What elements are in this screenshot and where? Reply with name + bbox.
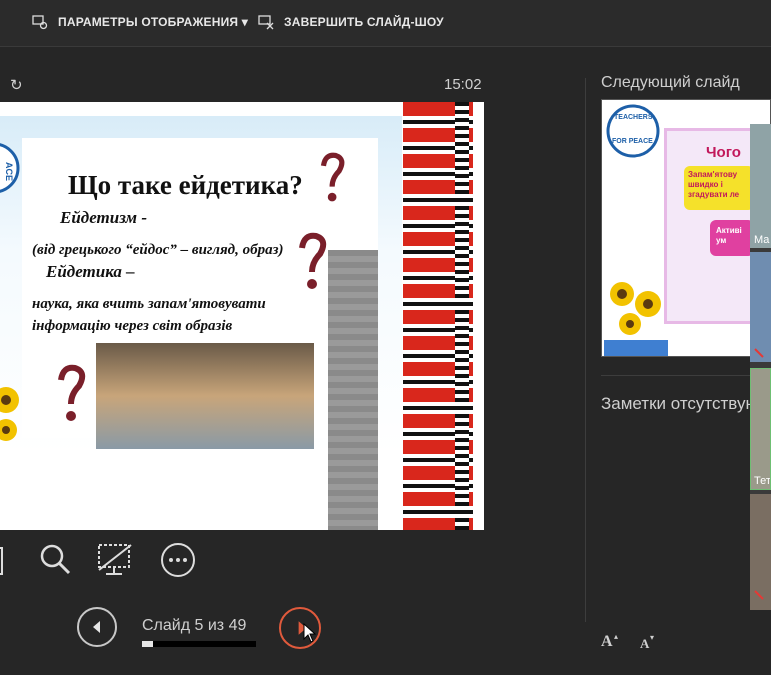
decrease-font-button[interactable]: A	[640, 636, 649, 652]
increase-font-arrow-icon: ▴	[614, 632, 619, 641]
slide-tools	[0, 542, 210, 582]
notes-separator	[601, 375, 771, 376]
current-slide[interactable]: ACE Що таке ейдетика? Ейдетизм - (від гр…	[0, 102, 484, 530]
end-slideshow-icon	[258, 15, 274, 30]
slide-progress-fill	[142, 641, 154, 647]
slide-line-1: Ейдетизм -	[60, 208, 147, 227]
end-slideshow-label: ЗАВЕРШИТЬ СЛАЙД-ШОУ	[284, 15, 444, 29]
mic-muted-icon	[754, 590, 764, 600]
decrease-font-arrow-icon: ▾	[650, 633, 655, 642]
end-slideshow-button[interactable]: ЗАВЕРШИТЬ СЛАЙД-ШОУ	[258, 14, 444, 30]
next-thumb-heading: Чого	[706, 144, 741, 161]
participant-name: Ма	[754, 234, 770, 246]
slide-counter[interactable]: Слайд 5 из 49	[142, 617, 246, 635]
participant-tile[interactable]	[750, 494, 771, 610]
previous-arrow-icon	[93, 621, 100, 633]
slide-line-4: наука, яка вчить запам'ятовувати	[32, 296, 266, 312]
panel-divider	[585, 78, 586, 622]
question-mark-icon	[320, 152, 345, 202]
zoom-icon[interactable]	[38, 542, 72, 576]
next-slide-button[interactable]	[279, 607, 321, 649]
slide-line-2: (від грецького “ейдос” – вигляд, образ)	[32, 242, 284, 258]
question-mark-icon	[58, 364, 86, 421]
previous-slide-button[interactable]	[77, 607, 117, 647]
next-thumb-yellow-text: Запам'ятову швидко і згадувати ле	[688, 170, 740, 199]
participant-tile[interactable]: Тет	[750, 368, 771, 490]
slide-title: Що таке ейдетика?	[68, 170, 303, 200]
next-thumb-logo-top: TEACHERS	[614, 114, 653, 121]
display-settings-icon	[32, 15, 48, 30]
next-slide-preview[interactable]: TEACHERS FOR PEACE Чого Запам'ятову швид…	[601, 99, 771, 357]
mouse-cursor-icon	[303, 623, 317, 643]
next-thumb-logo-bottom: FOR PEACE	[612, 138, 653, 145]
sunflower-icon	[0, 387, 19, 441]
elapsed-timer: 15:02	[444, 76, 482, 93]
mic-muted-icon	[754, 348, 764, 358]
next-slide-label: Следующий слайд	[601, 74, 740, 91]
notes-label: Заметки отсутствуют	[601, 394, 766, 413]
refresh-timer-icon[interactable]: ↻	[10, 76, 23, 94]
slide-line-3: Ейдетика –	[46, 262, 135, 281]
participant-tile[interactable]: Ма	[750, 124, 771, 248]
slide-decor-strip	[328, 250, 378, 530]
presenter-top-bar: ПАРАМЕТРЫ ОТОБРАЖЕНИЯ ▾ ЗАВЕРШИТЬ СЛАЙД-…	[0, 0, 771, 47]
black-screen-icon[interactable]	[96, 542, 134, 578]
sunflower-bouquet-icon	[604, 282, 668, 356]
children-reading-photo	[96, 343, 314, 449]
display-settings-button[interactable]: ПАРАМЕТРЫ ОТОБРАЖЕНИЯ ▾	[32, 14, 248, 30]
slide-line-5: інформацію через світ образів	[32, 318, 233, 334]
teachers-for-peace-logo-icon	[606, 104, 660, 158]
participant-video-strip: Ма Тет	[750, 124, 771, 610]
display-settings-label: ПАРАМЕТРЫ ОТОБРАЖЕНИЯ ▾	[58, 15, 248, 29]
more-options-icon[interactable]	[160, 542, 196, 578]
slide-logo-text: ACE	[4, 162, 14, 182]
next-thumb-pink-text: Активі ум	[716, 226, 742, 245]
embroidery-edge	[455, 102, 469, 530]
participant-tile[interactable]	[750, 252, 771, 362]
increase-font-button[interactable]: A	[601, 633, 613, 651]
pen-tool-icon[interactable]	[0, 542, 12, 576]
participant-name: Тет	[754, 475, 771, 487]
slide-progress-bar	[142, 641, 256, 647]
question-mark-icon	[299, 232, 327, 289]
